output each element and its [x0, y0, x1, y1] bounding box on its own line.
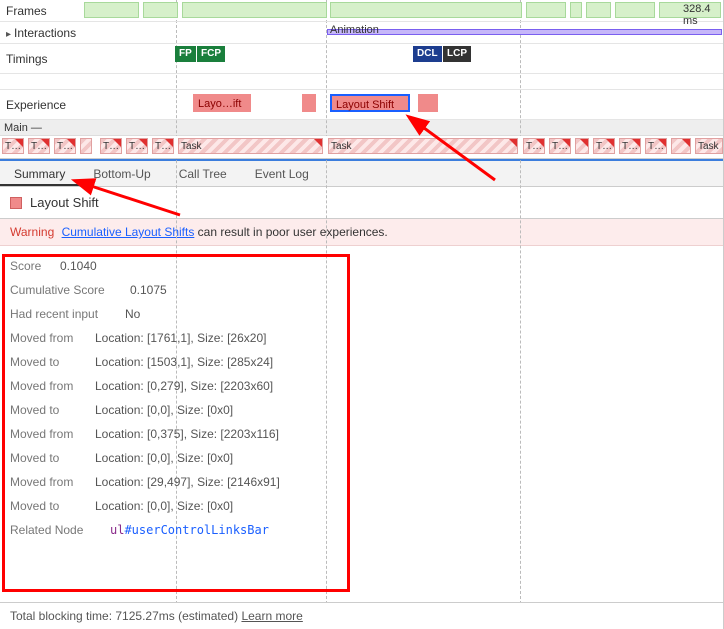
detail-row: Moved toLocation: [0,0], Size: [0x0] — [10, 398, 713, 422]
flame-task[interactable]: Task — [328, 138, 518, 154]
detail-row: Score0.1040 — [10, 254, 713, 278]
summary-details: Score0.1040 Cumulative Score0.1075 Had r… — [0, 246, 723, 550]
interactions-track-label: Interactions — [0, 26, 80, 40]
tab-summary[interactable]: Summary — [0, 161, 79, 186]
flame-task[interactable]: T… — [126, 138, 148, 154]
frame-segment[interactable] — [84, 2, 139, 18]
frame-segment[interactable] — [526, 2, 566, 18]
flame-task[interactable]: T… — [549, 138, 571, 154]
flame-task[interactable]: T… — [2, 138, 24, 154]
animation-label: Animation — [330, 24, 379, 36]
flame-task[interactable]: T… — [523, 138, 545, 154]
frames-track[interactable]: Frames 467.0 ms 292.6 ms 366.0 ms 328.4 … — [0, 0, 723, 22]
experience-track-label: Experience — [0, 98, 80, 112]
detail-row: Related Node ul#userControlLinksBar — [10, 518, 713, 542]
detail-row: Moved toLocation: [1503,1], Size: [285x2… — [10, 350, 713, 374]
detail-row: Moved fromLocation: [1761,1], Size: [26x… — [10, 326, 713, 350]
experience-track[interactable]: Experience Layo…ift Layout Shift — [0, 90, 723, 120]
warning-text: can result in poor user experiences. — [194, 225, 387, 239]
detail-row: Cumulative Score0.1075 — [10, 278, 713, 302]
tab-bottom-up[interactable]: Bottom-Up — [79, 161, 164, 186]
flame-task[interactable]: T… — [619, 138, 641, 154]
flame-task[interactable]: T… — [593, 138, 615, 154]
summary-header: Layout Shift — [0, 187, 723, 219]
frame-segment[interactable] — [570, 2, 582, 18]
timeline-panel: Frames 467.0 ms 292.6 ms 366.0 ms 328.4 … — [0, 0, 723, 159]
detail-row: Moved toLocation: [0,0], Size: [0x0] — [10, 446, 713, 470]
flame-task[interactable] — [671, 138, 691, 154]
layout-shift-swatch — [10, 197, 22, 209]
flame-task[interactable]: T… — [645, 138, 667, 154]
interactions-track[interactable]: Interactions Animation — [0, 22, 723, 44]
warning-link[interactable]: Cumulative Layout Shifts — [62, 225, 195, 239]
layout-shift-block-selected[interactable]: Layout Shift — [330, 94, 410, 112]
layout-shift-block[interactable]: Layo…ift — [193, 94, 251, 112]
flame-task[interactable]: T… — [100, 138, 122, 154]
flame-task[interactable]: Task — [178, 138, 323, 154]
timings-track[interactable]: Timings FP FCP DCL LCP — [0, 44, 723, 74]
main-thread-header[interactable]: Main — — [0, 120, 723, 136]
flame-task[interactable] — [575, 138, 589, 154]
footer-text: Total blocking time: 7125.27ms (estimate… — [10, 609, 241, 623]
detail-row: Moved toLocation: [0,0], Size: [0x0] — [10, 494, 713, 518]
flame-task[interactable]: T… — [54, 138, 76, 154]
tab-event-log[interactable]: Event Log — [241, 161, 323, 186]
warning-label: Warning — [10, 225, 54, 239]
frame-segment[interactable] — [330, 2, 522, 18]
main-thread-flamechart[interactable]: T… T… T… T… T… T… Task Task T… T… T… T… … — [0, 136, 723, 158]
flame-task[interactable] — [80, 138, 92, 154]
details-tabs: Summary Bottom-Up Call Tree Event Log — [0, 159, 723, 187]
summary-title: Layout Shift — [30, 195, 99, 210]
frame-segment[interactable] — [182, 2, 327, 18]
track-spacer — [0, 74, 723, 90]
timing-tag-fcp[interactable]: FCP — [197, 46, 225, 62]
timing-tag-dcl[interactable]: DCL — [413, 46, 442, 62]
timings-track-content: FP FCP DCL LCP — [0, 44, 723, 73]
frames-track-content: 467.0 ms 292.6 ms 366.0 ms 328.4 ms — [0, 0, 723, 21]
detail-row: Had recent inputNo — [10, 302, 713, 326]
timings-track-label: Timings — [0, 52, 80, 66]
layout-shift-block[interactable] — [302, 94, 316, 112]
frame-segment[interactable] — [143, 2, 178, 18]
frame-segment[interactable] — [615, 2, 655, 18]
layout-shift-block[interactable] — [418, 94, 438, 112]
related-node-link[interactable]: ul#userControlLinksBar — [110, 523, 269, 537]
flame-task[interactable]: T… — [28, 138, 50, 154]
timing-tag-lcp[interactable]: LCP — [443, 46, 471, 62]
frame-segment[interactable] — [586, 2, 611, 18]
frames-track-label: Frames — [0, 4, 80, 18]
tab-call-tree[interactable]: Call Tree — [165, 161, 241, 186]
interactions-track-content: Animation — [0, 22, 723, 43]
footer-status: Total blocking time: 7125.27ms (estimate… — [0, 602, 723, 629]
detail-row: Moved fromLocation: [29,497], Size: [214… — [10, 470, 713, 494]
timing-tag-fp[interactable]: FP — [175, 46, 196, 62]
footer-learn-more[interactable]: Learn more — [241, 609, 302, 623]
warning-banner: Warning Cumulative Layout Shifts can res… — [0, 219, 723, 246]
animation-bar[interactable] — [327, 29, 722, 35]
flame-task[interactable]: T… — [152, 138, 174, 154]
detail-row: Moved fromLocation: [0,279], Size: [2203… — [10, 374, 713, 398]
flame-task[interactable]: Task — [695, 138, 723, 154]
experience-track-content: Layo…ift Layout Shift — [0, 90, 723, 119]
detail-row: Moved fromLocation: [0,375], Size: [2203… — [10, 422, 713, 446]
